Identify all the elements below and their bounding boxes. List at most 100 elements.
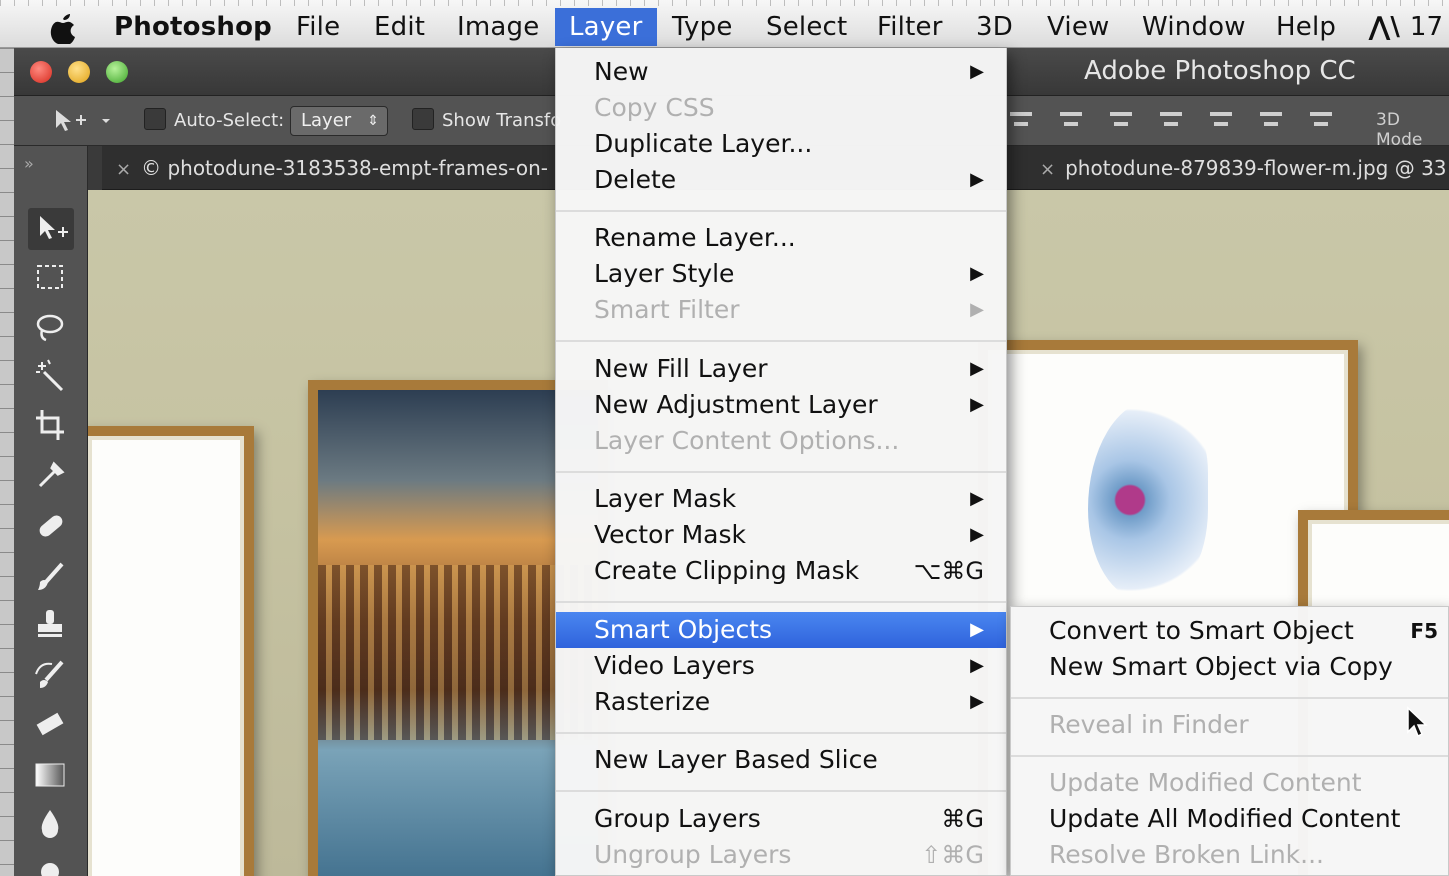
menu-window[interactable]: Window xyxy=(1128,8,1260,46)
menu-item-layer-content-options: Layer Content Options... xyxy=(556,423,1006,459)
menubar-status[interactable]: ⋀\ 17 xyxy=(1368,8,1449,46)
menu-item-video-layers[interactable]: Video Layers ▶ xyxy=(556,648,1006,684)
mac-menubar: Photoshop File Edit Image Layer Type Sel… xyxy=(0,0,1449,48)
menu-item-rasterize[interactable]: Rasterize ▶ xyxy=(556,684,1006,720)
menu-app-name[interactable]: Photoshop xyxy=(100,8,286,46)
healing-brush-tool-icon[interactable] xyxy=(28,506,74,548)
menu-image[interactable]: Image xyxy=(443,8,553,46)
auto-select-dropdown[interactable]: Layer ⇕ xyxy=(290,106,388,136)
submenu-arrow-icon: ▶ xyxy=(970,299,984,320)
tab-label: photodune-879839-flower-m.jpg @ 33 xyxy=(1065,156,1447,180)
close-window-button[interactable] xyxy=(30,61,52,83)
menu-item-vector-mask[interactable]: Vector Mask ▶ xyxy=(556,517,1006,553)
menu-item-ungroup-layers: Ungroup Layers ⇧⌘G xyxy=(556,837,1006,873)
menu-help[interactable]: Help xyxy=(1262,8,1350,46)
distribute-center-icon[interactable] xyxy=(1204,104,1240,138)
menu-separator xyxy=(556,340,1006,342)
magic-wand-tool-icon[interactable] xyxy=(28,356,74,398)
dodge-tool-icon[interactable] xyxy=(28,852,74,876)
submenu-item-label: Update All Modified Content xyxy=(1049,804,1401,833)
menu-item-new-fill-layer[interactable]: New Fill Layer ▶ xyxy=(556,351,1006,387)
submenu-item-reveal-in-finder: Reveal in Finder xyxy=(1011,707,1448,743)
submenu-item-resolve-broken-link: Resolve Broken Link... xyxy=(1011,837,1448,873)
menu-file[interactable]: File xyxy=(282,8,354,46)
submenu-item-label: Update Modified Content xyxy=(1049,768,1362,797)
history-brush-tool-icon[interactable] xyxy=(28,654,74,696)
move-tool-icon[interactable] xyxy=(28,208,74,250)
distribute-right-icon[interactable] xyxy=(1254,104,1290,138)
menu-item-label: Layer Content Options... xyxy=(594,426,900,455)
menu-item-smart-objects[interactable]: Smart Objects ▶ xyxy=(556,612,1006,648)
show-transform-checkbox[interactable] xyxy=(412,108,434,130)
menu-item-new[interactable]: New ▶ xyxy=(556,54,1006,90)
menu-item-label: Smart Filter xyxy=(594,295,740,324)
gradient-tool-icon[interactable] xyxy=(28,754,74,796)
submenu-arrow-icon: ▶ xyxy=(970,691,984,712)
zoom-window-button[interactable] xyxy=(106,61,128,83)
auto-select-value: Layer xyxy=(301,110,352,131)
minimize-window-button[interactable] xyxy=(68,61,90,83)
distribute-left-icon[interactable] xyxy=(1154,104,1190,138)
shortcut-label: F5 xyxy=(1410,619,1438,643)
submenu-item-convert-to-smart-object[interactable]: Convert to Smart Object F5 xyxy=(1011,613,1448,649)
tab-flower-document[interactable]: × photodune-879839-flower-m.jpg @ 33 xyxy=(1026,146,1447,190)
menu-item-label: Layer Mask xyxy=(594,484,737,513)
tab-frames-document[interactable]: × © photodune-3183538-empt-frames-on- xyxy=(102,146,548,190)
apple-icon[interactable] xyxy=(48,10,78,44)
brush-tool-icon[interactable] xyxy=(28,556,74,598)
menu-view[interactable]: View xyxy=(1033,8,1124,46)
menu-item-label: Layer Style xyxy=(594,259,735,288)
menu-item-delete[interactable]: Delete ▶ xyxy=(556,162,1006,198)
eraser-tool-icon[interactable] xyxy=(28,704,74,746)
clone-stamp-tool-icon[interactable] xyxy=(28,604,74,646)
menu-layer[interactable]: Layer xyxy=(555,8,657,46)
auto-align-icon[interactable] xyxy=(1304,104,1340,138)
menu-3d[interactable]: 3D xyxy=(962,8,1027,46)
menu-item-create-clipping-mask[interactable]: Create Clipping Mask ⌥⌘G xyxy=(556,553,1006,589)
menu-item-label: Rasterize xyxy=(594,687,711,716)
align-horizontal-center-icon[interactable] xyxy=(1054,104,1090,138)
menu-item-smart-filter: Smart Filter ▶ xyxy=(556,292,1006,328)
frame-mat xyxy=(88,436,244,876)
menu-separator xyxy=(556,210,1006,212)
eyedropper-tool-icon[interactable] xyxy=(28,454,74,496)
3d-mode-label: 3D Mode xyxy=(1376,110,1423,150)
tab-label: © photodune-3183538-empt-frames-on- xyxy=(141,156,548,180)
menu-item-duplicate-layer[interactable]: Duplicate Layer... xyxy=(556,126,1006,162)
menu-item-label: New Layer Based Slice xyxy=(594,745,878,774)
shortcut-label: ⌥⌘G xyxy=(913,557,984,585)
menu-filter[interactable]: Filter xyxy=(863,8,957,46)
menu-item-label: Rename Layer... xyxy=(594,223,796,252)
submenu-arrow-icon: ▶ xyxy=(970,619,984,640)
menu-item-new-layer-based-slice[interactable]: New Layer Based Slice xyxy=(556,742,1006,778)
submenu-item-update-all-modified-content[interactable]: Update All Modified Content xyxy=(1011,801,1448,837)
crop-tool-icon[interactable] xyxy=(28,404,74,446)
menu-item-new-adjustment-layer[interactable]: New Adjustment Layer ▶ xyxy=(556,387,1006,423)
top-ruler xyxy=(0,0,1449,6)
submenu-arrow-icon: ▶ xyxy=(970,358,984,379)
auto-select-checkbox[interactable] xyxy=(144,108,166,130)
close-tab-icon[interactable]: × xyxy=(116,159,131,180)
menu-select[interactable]: Select xyxy=(752,8,861,46)
menu-item-layer-mask[interactable]: Layer Mask ▶ xyxy=(556,481,1006,517)
submenu-item-new-smart-object-via-copy[interactable]: New Smart Object via Copy xyxy=(1011,649,1448,685)
shortcut-label: ⌘G xyxy=(941,805,984,833)
menu-type[interactable]: Type xyxy=(658,8,747,46)
menu-item-group-layers[interactable]: Group Layers ⌘G xyxy=(556,801,1006,837)
menu-edit[interactable]: Edit xyxy=(360,8,439,46)
blur-tool-icon[interactable] xyxy=(28,804,74,846)
menu-item-layer-style[interactable]: Layer Style ▶ xyxy=(556,256,1006,292)
submenu-arrow-icon: ▶ xyxy=(970,169,984,190)
menu-item-rename-layer[interactable]: Rename Layer... xyxy=(556,220,1006,256)
menu-item-label: Delete xyxy=(594,165,677,194)
align-bottom-icon[interactable] xyxy=(1104,104,1140,138)
panel-collapse-icon[interactable]: » xyxy=(24,154,34,173)
close-tab-icon[interactable]: × xyxy=(1040,159,1055,180)
window-title: Adobe Photoshop CC xyxy=(1084,56,1356,86)
menu-item-label: Group Layers xyxy=(594,804,761,833)
align-left-icon[interactable] xyxy=(1004,104,1040,138)
move-tool-preset-icon[interactable] xyxy=(50,106,110,136)
lasso-tool-icon[interactable] xyxy=(28,308,74,350)
marquee-tool-icon[interactable] xyxy=(28,258,74,300)
adobe-icon: ⋀\ xyxy=(1368,12,1400,42)
